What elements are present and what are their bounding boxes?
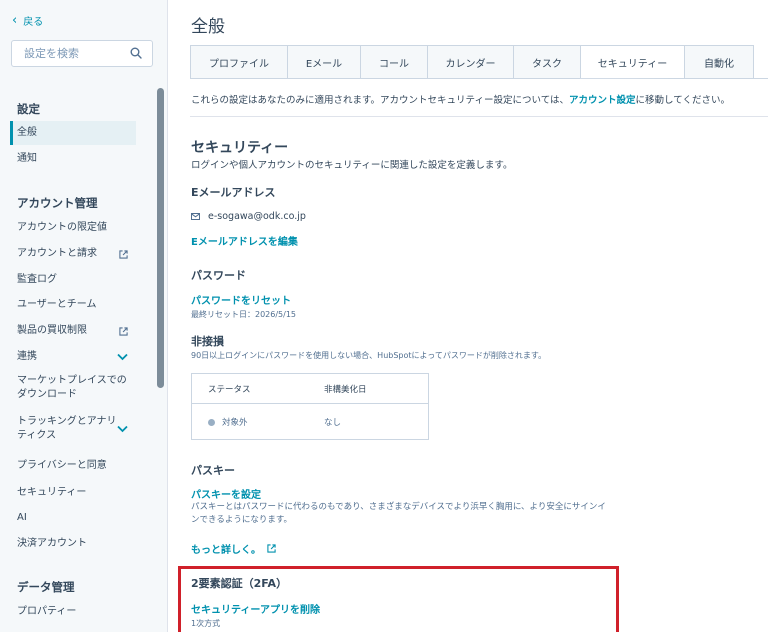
search-icon[interactable] (130, 47, 142, 59)
sidebar-item-notifications[interactable]: 通知 (10, 147, 136, 171)
setup-passkey-link[interactable]: パスキーを設定 (191, 486, 261, 501)
deactivation-date-column-header: 非構美化日 (324, 384, 367, 395)
account-settings-link[interactable]: アカウント設定 (569, 95, 636, 106)
tab-email[interactable]: Eメール (287, 45, 360, 79)
status-cell: 対象外 (192, 416, 310, 428)
tab-security[interactable]: セキュリティー (580, 45, 684, 79)
inactive-description: 90日以上ログインにパスワードを使用しない場合、HubSpotによってパスワード… (191, 351, 547, 360)
table-row: 対象外 なし (192, 404, 428, 440)
tab-task[interactable]: タスク (513, 45, 580, 79)
tab-call[interactable]: コール (360, 45, 427, 79)
settings-sidebar: ‹ 戻る 設定 全般 通知 アカウント管理 アカウントの限定値 アカウントと請求… (0, 0, 168, 632)
tab-profile[interactable]: プロファイル (190, 45, 287, 79)
main-content: 全般 プロファイル Eメール コール カレンダー タスク セキュリティー 自動化… (168, 0, 768, 632)
tab-label: コール (379, 58, 409, 70)
status-dot (208, 418, 215, 426)
chevron-down-icon[interactable] (117, 425, 128, 433)
back-link[interactable]: ‹ 戻る (12, 12, 44, 29)
sidebar-item-privacy-consent[interactable]: プライバシーと同意 (10, 454, 136, 478)
tab-label: タスク (532, 58, 562, 70)
external-link-icon (119, 326, 128, 336)
sidebar-item-account-limits[interactable]: アカウントの限定値 (10, 216, 136, 240)
sidebar-item-label: 製品の買収制限 (17, 325, 87, 336)
reset-password-link[interactable]: パスワードをリセット (191, 292, 291, 307)
mail-icon (191, 213, 200, 220)
sidebar-item-label: プロパティー (17, 606, 77, 617)
security-section-description: ログインや個人アカウントのセキュリティーに関連した設定を定義します。 (191, 160, 513, 171)
sidebar-item-label: マーケットプレイスでのダウンロード (17, 375, 127, 400)
settings-search (11, 40, 153, 67)
tab-label: 自動化 (704, 58, 734, 70)
search-input[interactable] (12, 41, 127, 66)
info-prefix: これらの設定はあなたのみに適用されます。アカウントセキュリティー設定については、 (191, 95, 570, 106)
tab-calendar[interactable]: カレンダー (427, 45, 513, 79)
tab-label: Eメール (305, 58, 343, 70)
tab-bar: プロファイル Eメール コール カレンダー タスク セキュリティー 自動化 (190, 45, 754, 79)
inactive-heading: 非接損 (191, 335, 224, 348)
section-heading-data-management: データ管理 (17, 580, 75, 594)
tab-label: セキュリティー (597, 58, 668, 70)
sidebar-item-account-billing[interactable]: アカウントと請求 (10, 242, 136, 266)
sidebar-item-label: AI (17, 512, 27, 523)
sidebar-item-label: アカウントと請求 (17, 248, 97, 259)
date-cell: なし (324, 418, 342, 428)
email-heading: Eメールアドレス (191, 186, 276, 199)
sidebar-item-general[interactable]: 全般 (10, 121, 136, 145)
sidebar-item-label: 通知 (17, 153, 37, 164)
sidebar-item-payment-accounts[interactable]: 決済アカウント (10, 532, 136, 556)
status-column-header: ステータス (208, 384, 251, 395)
section-heading-account-management: アカウント管理 (17, 196, 98, 210)
sidebar-item-users-teams[interactable]: ユーザーとチーム (10, 293, 136, 317)
sidebar-item-product-restrictions[interactable]: 製品の買収制限 (10, 319, 136, 343)
sidebar-nav: 設定 全般 通知 アカウント管理 アカウントの限定値 アカウントと請求 監査ログ… (0, 84, 167, 632)
tab-label: プロファイル (209, 58, 269, 70)
sidebar-item-label: ユーザーとチーム (17, 299, 97, 310)
sidebar-item-integrations[interactable]: 連携 (10, 345, 136, 369)
table-header: ステータス 非構美化日 (192, 374, 428, 404)
passkey-description: パスキーとはパスワードに代わるのもであり、さまざまなデバイスでより浜早く胸用に、… (191, 502, 606, 525)
sidebar-item-label: 決済アカウント (17, 538, 87, 549)
sidebar-item-label: アカウントの限定値 (17, 222, 107, 233)
sidebar-item-label: プライバシーと同意 (17, 460, 107, 471)
chevron-down-icon[interactable] (117, 353, 128, 361)
sidebar-item-label: 監査ログ (17, 274, 57, 285)
tab-label: カレンダー (445, 58, 496, 70)
sidebar-item-label: トラッキングとアナリティクス (17, 416, 117, 441)
sidebar-item-tracking-analytics[interactable]: トラッキングとアナリティクス (10, 412, 136, 446)
password-status-table: ステータス 非構美化日 対象外 なし (191, 373, 429, 440)
sidebar-item-label: セキュリティー (17, 487, 87, 498)
section-heading-settings: 設定 (17, 102, 40, 116)
edit-email-link[interactable]: Eメールアドレスを編集 (191, 233, 298, 248)
sidebar-item-ai[interactable]: AI (10, 506, 136, 530)
password-heading: パスワード (191, 269, 246, 282)
learn-more-label: もっと詳しく。 (191, 545, 261, 556)
sidebar-item-security[interactable]: セキュリティー (10, 481, 136, 505)
info-suffix: に移動してください。 (635, 95, 730, 106)
security-section-title: セキュリティー (191, 140, 289, 156)
twofa-highlight-box (178, 566, 619, 632)
passkey-heading: パスキー (191, 464, 235, 477)
back-label: 戻る (23, 17, 44, 28)
chevron-left-icon: ‹ (12, 12, 18, 28)
sidebar-item-label: 連携 (17, 351, 37, 362)
external-link-icon (119, 249, 128, 259)
sidebar-item-properties[interactable]: プロパティー (10, 600, 136, 624)
external-link-icon (267, 544, 276, 553)
status-value: 対象外 (222, 418, 248, 428)
section-divider (190, 116, 768, 117)
last-reset-date: 最終リセット日：2026/5/15 (191, 310, 297, 319)
email-value: e-sogawa@odk.co.jp (208, 211, 306, 222)
sidebar-item-audit-log[interactable]: 監査ログ (10, 268, 136, 292)
tab-automation[interactable]: 自動化 (684, 45, 754, 79)
info-message: これらの設定はあなたのみに適用されます。アカウントセキュリティー設定については、… (191, 92, 730, 106)
sidebar-item-marketplace-downloads[interactable]: マーケットプレイスでのダウンロード (10, 371, 136, 405)
sidebar-item-label: 全般 (17, 127, 37, 138)
tabs-underline (190, 78, 768, 79)
learn-more-link[interactable]: もっと詳しく。 (191, 541, 276, 556)
email-address-row: e-sogawa@odk.co.jp (191, 211, 306, 222)
page-title: 全般 (191, 17, 225, 37)
